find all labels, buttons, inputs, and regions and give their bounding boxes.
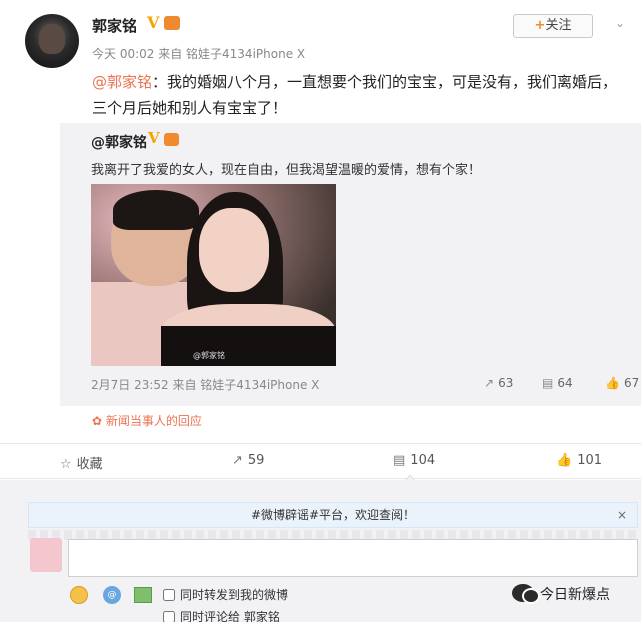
member-icon: [164, 16, 180, 30]
verified-icon: V: [147, 13, 160, 32]
repost-icon: ↗: [484, 376, 495, 390]
repost-comment-count: 64: [557, 376, 573, 390]
favorite-label: 收藏: [76, 457, 103, 472]
repost-like-count: 67: [623, 376, 640, 390]
user-avatar[interactable]: [25, 14, 79, 68]
repost-photo[interactable]: @郭家铭: [91, 184, 336, 366]
comment-input[interactable]: [68, 539, 638, 577]
like-count: 101: [577, 453, 603, 468]
repost-card: @郭家铭 V 我离开了我爱的女人，现在自由，但我渴望温暖的爱情，想有个家！ @郭…: [60, 123, 641, 406]
comment-count: 104: [410, 453, 436, 468]
mention-link[interactable]: @郭家铭: [92, 73, 152, 91]
like-icon: 👍: [605, 376, 620, 390]
notice-banner[interactable]: #微博辟谣#平台，欢迎查阅！ ×: [28, 502, 638, 528]
forward-option[interactable]: 同时转发到我的微博: [163, 586, 288, 603]
repost-icon: ↗: [232, 453, 243, 468]
forward-option-label: 同时转发到我的微博: [180, 588, 289, 602]
repost-username[interactable]: @郭家铭: [91, 132, 147, 152]
source-watermark: 今日新爆点: [512, 584, 610, 604]
favorite-button[interactable]: ☆ 收藏: [60, 453, 103, 472]
like-icon: 👍: [556, 453, 573, 468]
photo-woman-face: [199, 208, 269, 292]
repost-button[interactable]: ↗ 59: [232, 453, 264, 468]
action-bar: ☆ 收藏 ↗ 59 ▤ 104 👍 101: [0, 443, 641, 479]
follow-label: 关注: [545, 18, 572, 33]
repost-comment-button[interactable]: ▤ 64: [542, 376, 573, 390]
source-name: 今日新爆点: [540, 587, 610, 603]
photo-watermark: @郭家铭: [193, 351, 225, 360]
repost-forward-count: 63: [498, 376, 514, 390]
follow-button[interactable]: +关注: [513, 14, 593, 38]
banner-text: #微博辟谣#平台，欢迎查阅！: [250, 508, 416, 522]
repost-meta: 2月7日 23:52 来自 铭娃子4134iPhone X: [91, 378, 320, 392]
image-icon[interactable]: [134, 587, 152, 603]
member-icon: [164, 133, 179, 146]
comment-button[interactable]: ▤ 104: [393, 453, 435, 468]
repost-forward-button[interactable]: ↗ 63: [484, 376, 513, 390]
like-button[interactable]: 👍 101: [556, 453, 602, 468]
close-icon[interactable]: ×: [617, 503, 627, 527]
news-note-label: 新闻当事人的回应: [105, 414, 202, 428]
comment-checkbox[interactable]: [163, 611, 175, 622]
repost-like-button[interactable]: 👍 67: [605, 376, 639, 390]
star-icon: ☆: [60, 457, 72, 472]
commenter-avatar: [30, 538, 62, 572]
post-body: ：我的婚姻八个月，一直想要个我们的宝宝，可是没有，我们离婚后，三个月后她和别人有…: [92, 73, 618, 117]
verified-icon: V: [148, 129, 160, 147]
wechat-logo-icon: [512, 584, 540, 604]
flower-icon: ✿: [92, 414, 103, 428]
post-text: @郭家铭：我的婚姻八个月，一直想要个我们的宝宝，可是没有，我们离婚后，三个月后她…: [92, 69, 632, 121]
forward-checkbox[interactable]: [163, 589, 175, 601]
comment-icon: ▤: [393, 453, 406, 468]
post-meta: 今天 00:02 来自 铭娃子4134iPhone X: [92, 47, 306, 61]
chevron-down-icon[interactable]: ⌄: [615, 16, 625, 30]
at-icon[interactable]: @: [103, 586, 121, 604]
news-note[interactable]: ✿ 新闻当事人的回应: [92, 412, 202, 429]
comment-option-label: 同时评论给 郭家铭: [180, 610, 280, 622]
comment-option[interactable]: 同时评论给 郭家铭: [163, 608, 280, 622]
repost-text: 我离开了我爱的女人，现在自由，但我渴望温暖的爱情，想有个家！: [91, 163, 482, 178]
username[interactable]: 郭家铭: [92, 15, 137, 36]
photo-dress: [161, 326, 336, 366]
emoji-icon[interactable]: [70, 586, 88, 604]
plus-icon: +: [534, 18, 546, 33]
photo-man-hair: [113, 190, 199, 230]
repost-count: 59: [247, 453, 265, 468]
comment-icon: ▤: [542, 376, 554, 390]
